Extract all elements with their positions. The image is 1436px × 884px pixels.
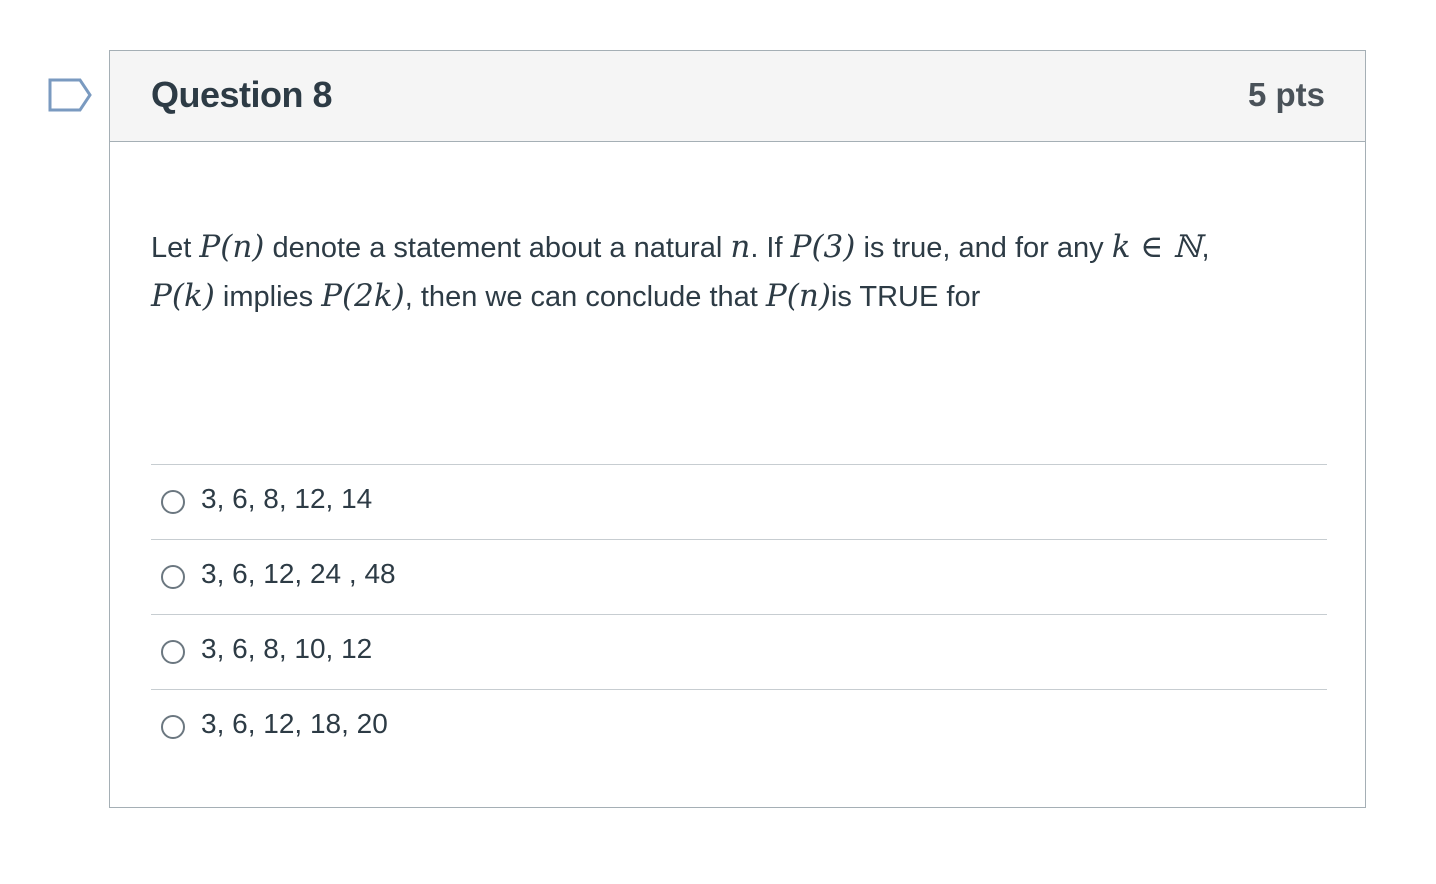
question-points: 5 pts <box>1247 76 1325 113</box>
question-text: Let P(n) denote a statement about a natu… <box>151 223 1331 321</box>
radio-button[interactable] <box>161 490 185 514</box>
answer-label[interactable]: 3, 6, 12, 24 , 48 <box>201 558 396 590</box>
question-text-part: . If <box>750 232 791 264</box>
flag-question-icon[interactable] <box>48 78 92 112</box>
math-expression: P(2k) <box>321 278 405 314</box>
question-text-part: Let <box>151 232 200 264</box>
answer-label[interactable]: 3, 6, 8, 10, 12 <box>201 633 372 665</box>
math-expression: n <box>730 229 751 265</box>
answer-option[interactable]: 3, 6, 12, 18, 20 <box>151 690 1327 765</box>
math-expression: P(n) <box>765 278 831 314</box>
math-expression: k ∈ ℕ <box>1111 229 1202 265</box>
math-expression: P(n) <box>199 229 265 265</box>
question-text-part: , <box>1201 232 1210 264</box>
answer-list: 3, 6, 8, 12, 14 3, 6, 12, 24 , 48 3, 6, … <box>151 464 1327 765</box>
answer-label[interactable]: 3, 6, 12, 18, 20 <box>201 708 388 740</box>
radio-button[interactable] <box>161 715 185 739</box>
question-text-part: is true, and for any <box>855 232 1112 264</box>
answer-label[interactable]: 3, 6, 8, 12, 14 <box>201 483 372 515</box>
question-text-part: is TRUE for <box>830 281 981 313</box>
radio-button[interactable] <box>161 640 185 664</box>
answer-option[interactable]: 3, 6, 8, 12, 14 <box>151 465 1327 540</box>
question-text-part: implies <box>214 281 322 313</box>
math-expression: P(k) <box>151 278 215 314</box>
question-text-part: , then we can conclude that <box>404 281 766 313</box>
question-title: Question 8 <box>151 74 333 115</box>
question-text-part: denote a statement about a natural <box>264 232 731 264</box>
question-card: Question 8 5 pts Let P(n) denote a state… <box>109 50 1366 808</box>
radio-button[interactable] <box>161 565 185 589</box>
question-header: Question 8 5 pts <box>110 51 1365 142</box>
answer-option[interactable]: 3, 6, 12, 24 , 48 <box>151 540 1327 615</box>
answer-option[interactable]: 3, 6, 8, 10, 12 <box>151 615 1327 690</box>
math-expression: P(3) <box>790 229 856 265</box>
